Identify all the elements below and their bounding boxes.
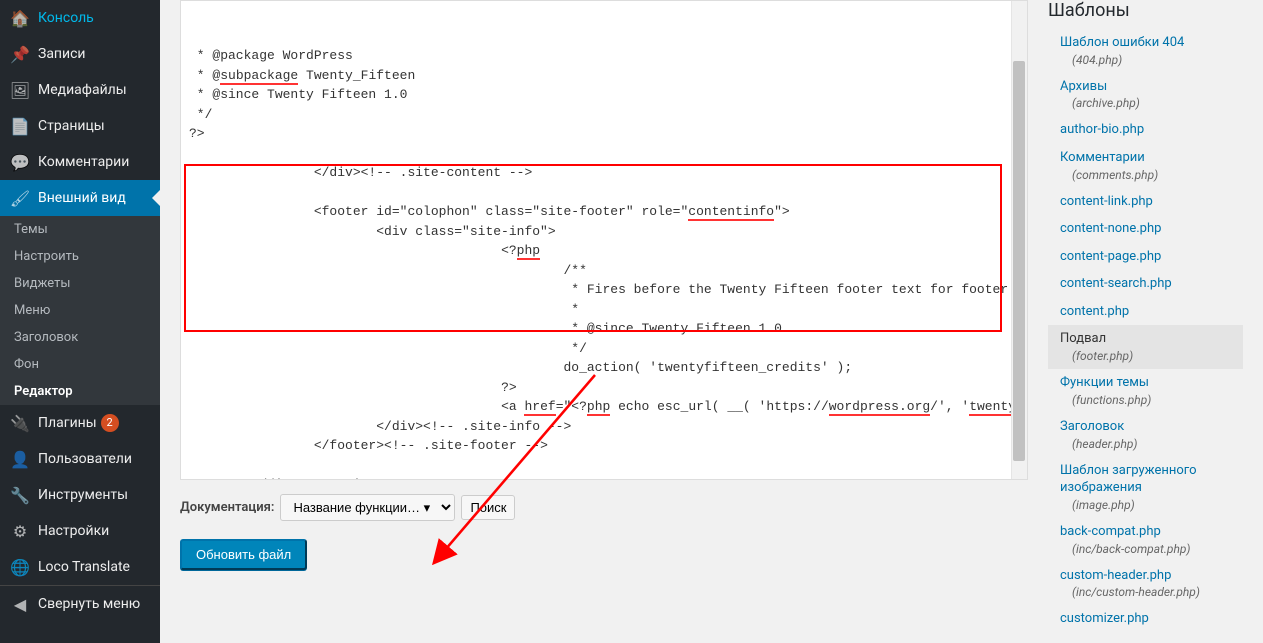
sidebar-item-0[interactable]: 🏠 Консоль [0,0,160,36]
menu-icon: 🖌 [10,188,30,208]
sidebar-item-label: Свернуть меню [38,596,140,612]
template-item[interactable]: content-search.php [1048,270,1243,298]
function-name-select[interactable]: Название функции… ▾ [280,494,455,521]
templates-panel: Шаблоны Шаблон ошибки 404 (404.php) Архивы… [1048,0,1243,633]
menu-icon: 👤 [10,449,30,469]
template-item[interactable]: content-link.php [1048,188,1243,216]
sidebar-item-5[interactable]: 🖌 Внешний вид [0,180,160,216]
template-label: content-search.php [1060,276,1172,291]
template-item[interactable]: Подвал (footer.php) [1048,325,1243,369]
template-item[interactable]: content.php [1048,298,1243,326]
sidebar-item-2[interactable]: 🖼 Медиафайлы [0,72,160,108]
template-item[interactable]: Шаблон загруженного изображения(image.ph… [1048,457,1243,518]
sidebar-item-6[interactable]: 🔌 Плагины2 [0,405,160,441]
template-label: back-compat.php [1060,524,1161,539]
template-label: content.php [1060,304,1129,319]
template-item[interactable]: Комментарии (comments.php) [1048,144,1243,188]
template-label: content-page.php [1060,249,1161,264]
template-label: Заголовок [1060,419,1124,434]
sidebar-sub-item[interactable]: Фон [0,351,160,378]
menu-icon: ⚙ [10,521,30,541]
templates-title: Шаблоны [1048,0,1243,21]
template-label: Функции темы [1060,375,1149,390]
sidebar-item-label: Комментарии [38,154,129,170]
template-label: Шаблон загруженного изображения [1060,463,1197,496]
update-badge: 2 [101,414,119,432]
sidebar-item-10[interactable]: 🌐 Loco Translate [0,549,160,585]
menu-icon: 📌 [10,44,30,64]
sidebar-item-label: Медиафайлы [38,82,127,98]
sidebar-sub-item[interactable]: Темы [0,216,160,243]
update-file-button[interactable]: Обновить файл [180,539,307,570]
sidebar-item-3[interactable]: 📄 Страницы [0,108,160,144]
sidebar-item-label: Страницы [38,118,105,134]
sidebar-item-label: Пользователи [38,451,132,467]
sidebar-sub-item[interactable]: Редактор [0,378,160,405]
documentation-label: Документация: [180,500,274,515]
sidebar-sub-item[interactable]: Настроить [0,243,160,270]
main-content: * @package WordPress * @subpackage Twent… [160,0,1263,643]
code-editor[interactable]: * @package WordPress * @subpackage Twent… [180,0,1028,480]
template-item[interactable]: content-none.php [1048,215,1243,243]
menu-icon: 🏠 [10,8,30,28]
template-item[interactable]: Шаблон ошибки 404 (404.php) [1048,29,1243,73]
sidebar-item-label: Инструменты [38,487,128,503]
menu-icon: 🔧 [10,485,30,505]
templates-list: Шаблон ошибки 404 (404.php) Архивы(archive… [1048,29,1243,633]
template-item[interactable]: author-bio.php [1048,116,1243,144]
sidebar-item-7[interactable]: 👤 Пользователи [0,441,160,477]
menu-icon: 💬 [10,152,30,172]
template-filename: (comments.php) [1060,167,1239,183]
template-item[interactable]: Функции темы (functions.php) [1048,369,1243,413]
template-label: content-link.php [1060,194,1153,209]
sidebar-sub-item[interactable]: Виджеты [0,270,160,297]
template-filename: (header.php) [1060,436,1239,452]
template-label: Архивы [1060,79,1107,94]
menu-icon: 📄 [10,116,30,136]
editor-scrollbar[interactable] [1011,1,1027,479]
template-label: Подвал [1060,331,1106,346]
template-filename: (archive.php) [1060,95,1239,111]
template-item[interactable]: custom-header.php(inc/custom-header.php) [1048,562,1243,606]
template-item[interactable]: content-page.php [1048,243,1243,271]
admin-sidebar: 🏠 Консоль 📌 Записи 🖼 Медиафайлы 📄 Страницы 💬 Комм… [0,0,160,643]
template-label: custom-header.php [1060,568,1171,583]
template-filename: (functions.php) [1060,392,1239,408]
template-label: customizer.php [1060,611,1149,626]
template-item[interactable]: customizer.php [1048,605,1243,633]
template-label: author-bio.php [1060,122,1144,137]
sidebar-item-9[interactable]: ⚙ Настройки [0,513,160,549]
template-filename: (footer.php) [1060,348,1239,364]
template-label: content-none.php [1060,221,1161,236]
sidebar-item-11[interactable]: ◀ Свернуть меню [0,585,160,622]
sidebar-item-label: Настройки [38,523,109,539]
template-item[interactable]: Заголовок (header.php) [1048,413,1243,457]
documentation-row: Документация: Название функции… ▾ Поиск [180,494,1028,521]
sidebar-item-1[interactable]: 📌 Записи [0,36,160,72]
sidebar-sub-item[interactable]: Меню [0,297,160,324]
sidebar-item-label: Внешний вид [38,190,126,206]
sidebar-item-8[interactable]: 🔧 Инструменты [0,477,160,513]
sidebar-sub-item[interactable]: Заголовок [0,324,160,351]
template-filename: (image.php) [1060,497,1239,513]
menu-icon: ◀ [10,594,30,614]
sidebar-item-label: Loco Translate [38,559,130,575]
template-item[interactable]: back-compat.php (inc/back-compat.php) [1048,518,1243,562]
template-filename: (inc/back-compat.php) [1060,541,1239,557]
sidebar-item-4[interactable]: 💬 Комментарии [0,144,160,180]
template-label: Шаблон ошибки 404 [1060,35,1184,50]
menu-icon: 🌐 [10,557,30,577]
template-item[interactable]: Архивы(archive.php) [1048,73,1243,117]
template-filename: (404.php) [1060,52,1239,68]
menu-icon: 🔌 [10,413,30,433]
sidebar-item-label: Консоль [38,10,94,26]
sidebar-item-label: Плагины [38,415,97,431]
search-button[interactable]: Поиск [461,495,515,520]
template-label: Комментарии [1060,150,1145,165]
menu-icon: 🖼 [10,80,30,100]
sidebar-item-label: Записи [38,46,86,62]
